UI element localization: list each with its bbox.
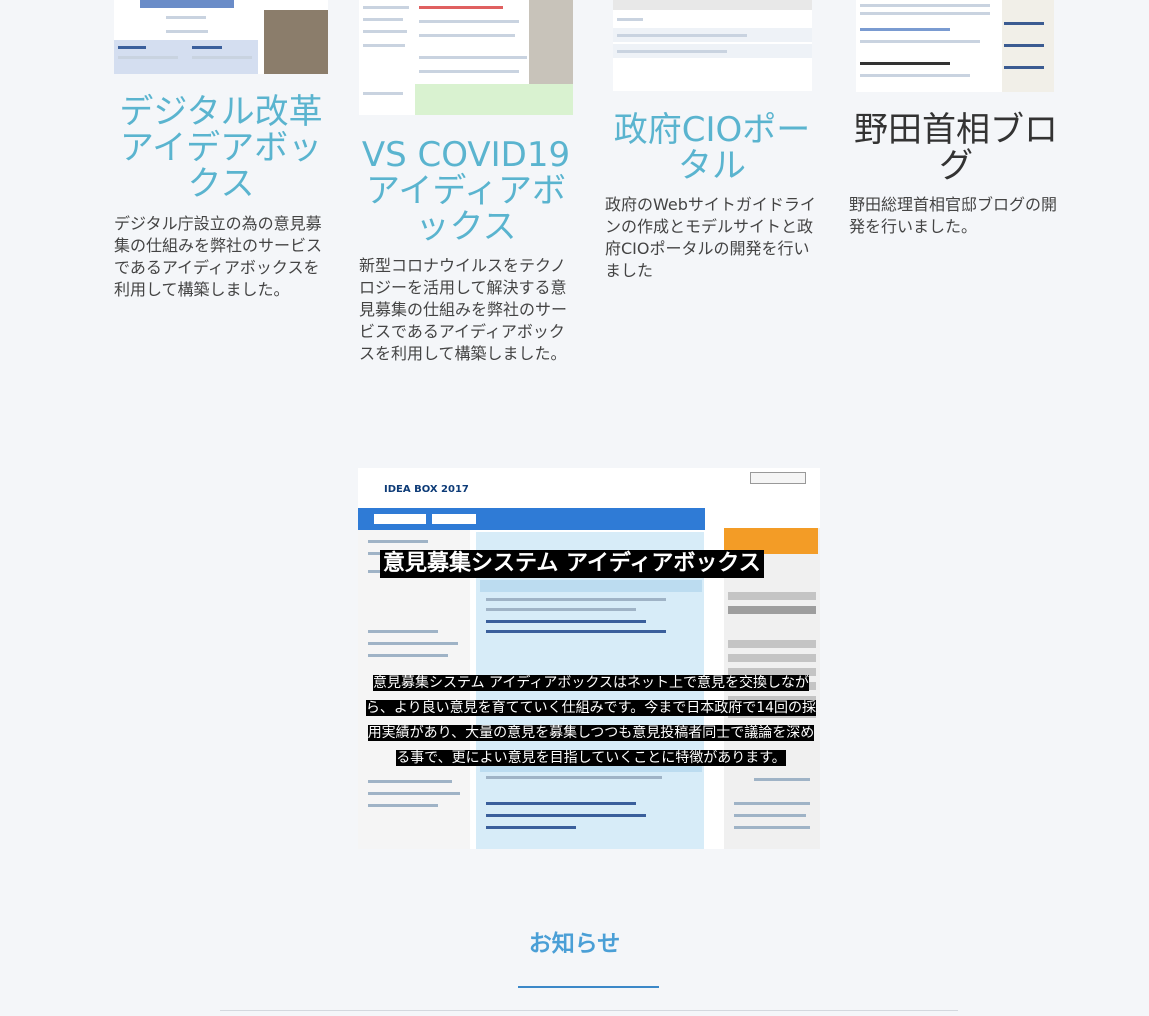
project-thumbnail-covid19[interactable] — [359, 0, 573, 115]
project-description-cio-portal: 政府のWebサイトガイドラインの作成とモデルサイトと政府CIOポータルの開発を行… — [605, 195, 816, 280]
ideabox-description: 意見募集システム アイディアボックスはネット上で意見を交換しなが ら、より良い意… — [364, 671, 818, 771]
ideabox-feature-image[interactable]: IDEA BOX 2017 — [358, 468, 820, 849]
news-heading-underline — [518, 986, 659, 988]
ideabox-title: 意見募集システム アイディアボックス — [380, 550, 764, 578]
news-heading: お知らせ — [528, 931, 621, 957]
project-title-digital-reform[interactable]: デジタル改革アイデアボックス — [114, 94, 328, 202]
project-title-noda-blog[interactable]: 野田首相ブログ — [849, 112, 1063, 184]
project-thumbnail-cio-portal[interactable] — [613, 0, 812, 91]
project-thumbnail-noda-blog[interactable] — [856, 0, 1054, 92]
ideabox-description-line-1: 意見募集システム アイディアボックスはネット上で意見を交換しなが — [373, 675, 809, 691]
project-description-noda-blog: 野田総理首相官邸ブログの開発を行いました。 — [849, 195, 1058, 236]
ideabox-screenshot-logo: IDEA BOX 2017 — [384, 484, 469, 495]
project-thumbnail-digital-reform[interactable] — [114, 0, 328, 74]
project-title-cio-portal[interactable]: 政府CIOポータル — [605, 112, 819, 184]
news-divider — [220, 1010, 958, 1011]
ideabox-description-line-4: る事で、更によい意見を目指していくことに特徴があります。 — [396, 750, 786, 766]
project-description-covid19: 新型コロナウイルスをテクノロジーを活用して解決する意見募集の仕組みを弊社のサービ… — [359, 256, 568, 363]
ideabox-description-line-3: 用実績があり、大量の意見を募集しつつも意見投稿者同士で議論を深め — [367, 725, 815, 741]
ideabox-screenshot-search-bar — [358, 508, 705, 530]
project-title-covid19[interactable]: VS COVID19アイディアボックス — [359, 137, 573, 245]
ideabox-screenshot-header: IDEA BOX 2017 — [358, 468, 820, 508]
project-description-digital-reform: デジタル庁設立の為の意見募集の仕組みを弊社のサービスであるアイディアボックスを利… — [114, 214, 323, 299]
ideabox-description-line-2: ら、より良い意見を育てていく仕組みです。今まで日本政府で14回の採 — [365, 700, 817, 716]
